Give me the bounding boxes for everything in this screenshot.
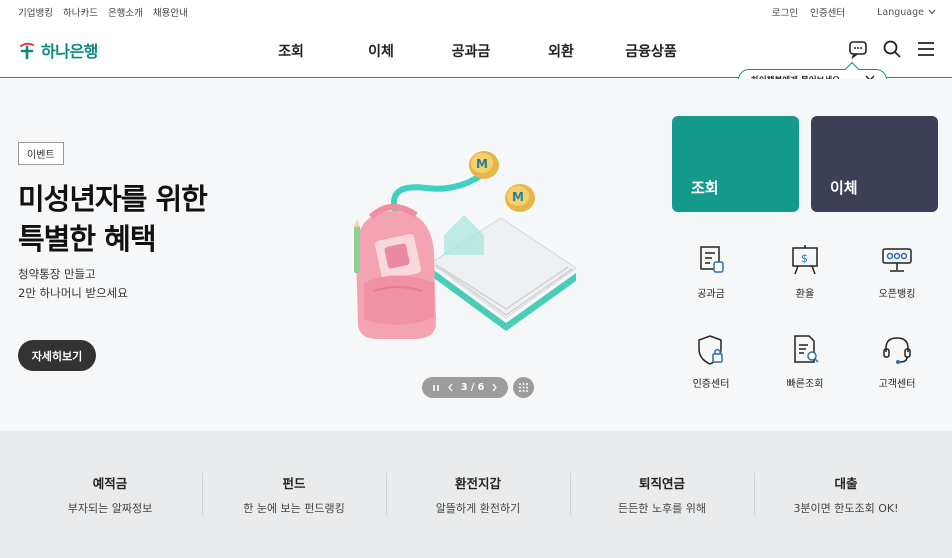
chatbot-icon[interactable] <box>848 39 868 59</box>
utility-links: 기업뱅킹 하나카드 은행소개 채용안내 <box>18 5 188 19</box>
product-link-deposits[interactable]: 예적금 부자되는 알짜정보 <box>18 473 202 516</box>
exchange-rate-icon: $ <box>792 245 818 275</box>
open-banking-icon <box>882 248 912 272</box>
bill-icon <box>700 246 724 273</box>
hana-card-link[interactable]: 하나카드 <box>63 5 98 19</box>
svg-text:$: $ <box>801 252 808 265</box>
cert-center-link[interactable]: 인증센터 <box>810 5 845 19</box>
hero-title-line1: 미성년자를 위한 <box>18 182 208 216</box>
carousel-pager: 3 / 6 <box>422 377 508 398</box>
product-link-fx-wallet[interactable]: 환전지갑 알뜰하게 환전하기 <box>386 473 570 516</box>
quick-item-bills[interactable]: 공과금 <box>676 243 746 300</box>
product-link-sub: 부자되는 알짜정보 <box>67 502 153 515</box>
hana-logo-icon <box>20 42 34 60</box>
quick-tile-transfer-label: 이체 <box>830 179 858 197</box>
document-search-icon <box>794 335 819 363</box>
svg-text:M: M <box>512 190 524 204</box>
quick-item-label: 인증센터 <box>692 379 730 390</box>
product-link-sub: 3분이면 한도조회 OK! <box>793 502 899 515</box>
backpack-book-illustration: M M <box>354 151 577 339</box>
main-nav: 조회 이체 공과금 외환 금융상품 <box>246 41 696 61</box>
svg-text:M: M <box>476 157 488 171</box>
quick-tile-lookup-label: 조회 <box>691 179 719 197</box>
hero-sub-line1: 청약통장 만들고 <box>18 267 96 281</box>
logo-text: 하나은행 <box>41 42 98 61</box>
utility-bar: 기업뱅킹 하나카드 은행소개 채용안내 로그인 인증센터 Language <box>0 0 952 22</box>
logo[interactable]: 하나은행 <box>18 38 98 62</box>
menu-icon[interactable] <box>916 39 936 59</box>
utility-right: 로그인 인증센터 Language <box>772 5 936 19</box>
next-icon[interactable] <box>491 383 498 392</box>
event-badge: 이벤트 <box>18 142 64 165</box>
hero-title-line2: 특별한 혜택 <box>18 222 156 256</box>
quick-item-label: 오픈뱅킹 <box>878 289 916 300</box>
headset-icon <box>883 337 911 364</box>
quick-item-customer-center[interactable]: 고객센터 <box>862 333 932 390</box>
product-link-title: 대출 <box>834 476 858 491</box>
product-link-sub: 든든한 노후를 위해 <box>618 502 706 515</box>
language-select[interactable]: Language <box>877 7 936 18</box>
recruit-link[interactable]: 채용안내 <box>153 5 188 19</box>
product-link-title: 환전지갑 <box>454 476 501 491</box>
nav-item-bills[interactable]: 공과금 <box>426 41 516 61</box>
product-links-bar: 예적금 부자되는 알짜정보 펀드 한 눈에 보는 펀드랭킹 환전지갑 알뜰하게 … <box>0 431 952 558</box>
grid-icon <box>519 383 528 392</box>
chevron-down-icon <box>928 9 936 15</box>
pager-count: 3 / 6 <box>460 382 485 393</box>
language-label: Language <box>877 6 924 18</box>
quick-tile-transfer[interactable]: 이체 <box>811 116 938 212</box>
quick-item-label: 공과금 <box>697 289 725 300</box>
detail-button[interactable]: 자세히보기 <box>18 340 96 371</box>
product-link-loans[interactable]: 대출 3분이면 한도조회 OK! <box>754 473 938 516</box>
search-icon[interactable] <box>882 39 902 59</box>
nav-item-foreign-exchange[interactable]: 외환 <box>516 41 606 61</box>
nav-item-products[interactable]: 금융상품 <box>606 41 696 61</box>
corporate-banking-link[interactable]: 기업뱅킹 <box>18 5 53 19</box>
product-link-title: 예적금 <box>92 476 128 491</box>
login-link[interactable]: 로그인 <box>772 5 798 19</box>
product-link-title: 퇴직연금 <box>638 476 685 491</box>
quick-item-label: 고객센터 <box>878 379 916 390</box>
hero-sub-line2: 2만 하나머니 받으세요 <box>18 286 128 300</box>
product-link-sub: 한 눈에 보는 펀드랭킹 <box>243 502 345 515</box>
quick-item-exchange-rate[interactable]: $ 환율 <box>770 243 840 300</box>
shield-lock-icon <box>698 335 723 365</box>
view-all-button[interactable] <box>513 377 534 398</box>
product-link-pension[interactable]: 퇴직연금 든든한 노후를 위해 <box>570 473 754 516</box>
pause-icon[interactable] <box>432 384 440 392</box>
header-icons <box>848 39 936 59</box>
product-link-funds[interactable]: 펀드 한 눈에 보는 펀드랭킹 <box>202 473 386 516</box>
quick-item-cert-center[interactable]: 인증센터 <box>676 333 746 390</box>
nav-item-transfer[interactable]: 이체 <box>336 41 426 61</box>
bank-intro-link[interactable]: 은행소개 <box>108 5 143 19</box>
hero-title: 미성년자를 위한 특별한 혜택 <box>18 179 208 259</box>
product-link-sub: 알뜰하게 환전하기 <box>435 502 521 515</box>
quick-item-label: 환율 <box>795 289 815 300</box>
nav-item-lookup[interactable]: 조회 <box>246 41 336 61</box>
quick-item-quick-lookup[interactable]: 빠른조회 <box>770 333 840 390</box>
quick-item-open-banking[interactable]: 오픈뱅킹 <box>862 243 932 300</box>
hero-banner: 이벤트 미성년자를 위한 특별한 혜택 청약통장 만들고 2만 하나머니 받으세… <box>0 79 952 431</box>
product-link-title: 펀드 <box>282 476 306 491</box>
quick-item-label: 빠른조회 <box>786 379 824 390</box>
hero-subtitle: 청약통장 만들고 2만 하나머니 받으세요 <box>18 265 128 303</box>
prev-icon[interactable] <box>447 383 454 392</box>
quick-tile-lookup[interactable]: 조회 <box>672 116 799 212</box>
